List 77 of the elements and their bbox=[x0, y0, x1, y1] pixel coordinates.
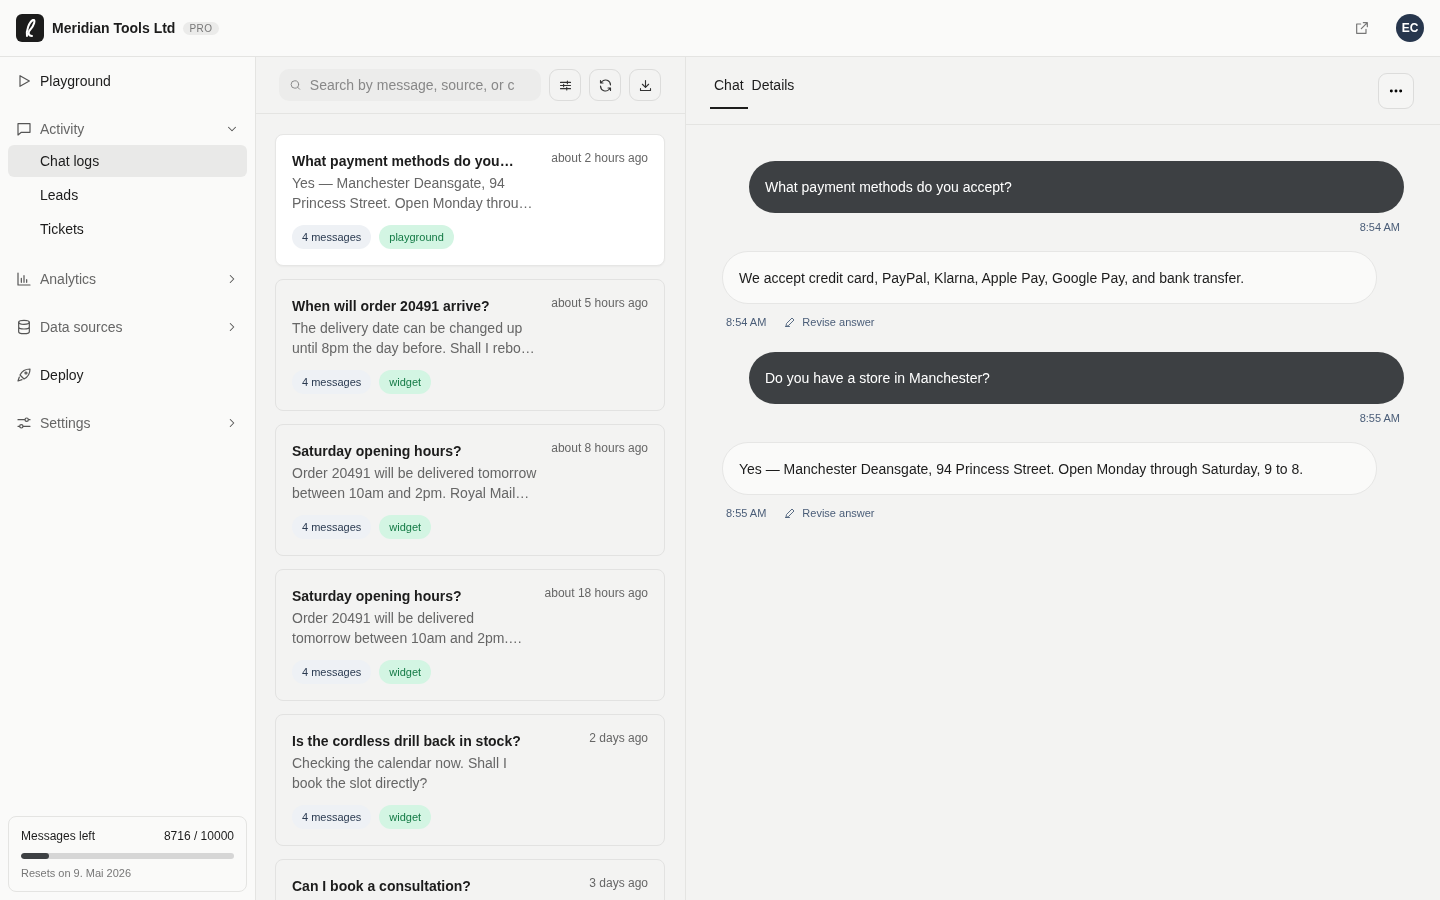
usage-count: 8716 / 10000 bbox=[163, 829, 234, 843]
nav-item[interactable]: Leads bbox=[8, 179, 247, 211]
conversation-title: When will order 20491 arrive? bbox=[292, 298, 491, 314]
message-count-badge: 4 messages bbox=[292, 370, 372, 394]
search-icon bbox=[289, 78, 302, 92]
source-badge: widget bbox=[379, 805, 432, 829]
reset-note: Resets on 9. Mai 2026 bbox=[21, 867, 133, 879]
conversation-card[interactable]: Saturday opening hours? Order 20491 will be delivered tomorrow between 10am and 2pm.… about 18 hours ago 4 messages widget bbox=[275, 569, 665, 701]
nav-group[interactable]: Analytics bbox=[8, 263, 247, 295]
source-badge: widget bbox=[379, 660, 432, 684]
nav-item[interactable]: Playground bbox=[8, 65, 247, 97]
conversation-title: Saturday opening hours? bbox=[292, 588, 463, 604]
timestamp: about 5 hours ago bbox=[551, 296, 648, 310]
conversation-card[interactable]: When will order 20491 arrive? The delivery date can be changed up until 8pm the day before. Shall I rebo… about 5 hours ago 4 messages widget bbox=[275, 279, 665, 411]
message-time: 8:55 AM bbox=[1359, 412, 1400, 424]
plan-badge: PRO bbox=[183, 21, 219, 35]
timestamp: about 8 hours ago bbox=[551, 441, 648, 455]
nav-group[interactable]: Activity bbox=[8, 113, 247, 145]
nav-group[interactable]: Settings bbox=[8, 407, 247, 439]
conversation-card[interactable]: Saturday opening hours? Order 20491 will be delivered tomorrow between 10am and 2pm. Royal Mail… about 8 hours ago 4 messages widget bbox=[275, 424, 665, 556]
tab[interactable]: Details bbox=[747, 57, 799, 109]
timestamp: about 2 hours ago bbox=[551, 151, 648, 165]
conversation-title: Is the cordless drill back in stock? bbox=[292, 733, 522, 749]
timestamp: 2 days ago bbox=[589, 731, 648, 745]
nav-item[interactable]: Tickets bbox=[8, 213, 247, 245]
message-preview: Order 20491 will be delivered tomorrow between 10am and 2pm. Royal Mail… bbox=[292, 464, 537, 503]
conversation-title: Can I book a consultation? bbox=[292, 878, 472, 894]
play-icon bbox=[16, 73, 32, 89]
message-time: 8:54 AM bbox=[726, 316, 767, 328]
message-count-badge: 4 messages bbox=[292, 515, 372, 539]
pencil-icon bbox=[784, 507, 797, 519]
external-link-icon bbox=[1354, 20, 1370, 36]
refresh-icon bbox=[597, 77, 613, 93]
download-icon bbox=[637, 77, 653, 93]
company-name: Meridian Tools Ltd bbox=[52, 20, 176, 36]
logo-icon bbox=[16, 14, 44, 42]
message-preview: Yes — Manchester Deansgate, 94 Princess Street. Open Monday throu… bbox=[292, 174, 534, 213]
user-avatar[interactable]: EC bbox=[1396, 14, 1424, 42]
user-message: What payment methods do you accept? bbox=[749, 161, 1404, 213]
source-badge: widget bbox=[379, 370, 432, 394]
message-time: 8:55 AM bbox=[726, 507, 767, 519]
conversation-card[interactable]: Is the cordless drill back in stock? Checking the calendar now. Shall I book the slot directly? 2 days ago 4 messages widget bbox=[275, 714, 665, 846]
download-button[interactable] bbox=[629, 69, 661, 101]
conversation-card[interactable]: What payment methods do you… Yes — Manchester Deansgate, 94 Princess Street. Open Monday throu… about 2 hours ago 4 messages playground bbox=[275, 134, 665, 266]
chat-bubble-icon bbox=[16, 121, 32, 137]
revise-answer-link[interactable]: Revise answer bbox=[784, 316, 875, 328]
conversation-title: Saturday opening hours? bbox=[292, 443, 463, 459]
usage-label: Messages left bbox=[21, 829, 96, 843]
filter-button[interactable] bbox=[549, 69, 581, 101]
source-badge: widget bbox=[379, 515, 432, 539]
assistant-message: We accept credit card, PayPal, Klarna, Apple Pay, Google Pay, and bank transfer. bbox=[722, 251, 1377, 304]
pencil-icon bbox=[784, 316, 797, 328]
revise-answer-link[interactable]: Revise answer bbox=[784, 507, 875, 519]
sliders-icon bbox=[16, 415, 32, 431]
message-time: 8:54 AM bbox=[1359, 221, 1400, 233]
nav-item[interactable]: Chat logs bbox=[8, 145, 247, 177]
timestamp: about 18 hours ago bbox=[544, 586, 648, 600]
conversation-title: What payment methods do you… bbox=[292, 153, 515, 169]
user-message: Do you have a store in Manchester? bbox=[749, 352, 1404, 404]
message-count-badge: 4 messages bbox=[292, 660, 372, 684]
message-preview: The delivery date can be changed up until 8pm the day before. Shall I rebo… bbox=[292, 319, 536, 358]
message-preview: Order 20491 will be delivered tomorrow between 10am and 2pm.… bbox=[292, 609, 524, 648]
search-field[interactable]: Search by message, source, or c bbox=[279, 69, 541, 101]
message-count-badge: 4 messages bbox=[292, 225, 372, 249]
message-count-badge: 4 messages bbox=[292, 805, 372, 829]
bar-chart-icon bbox=[16, 271, 32, 287]
message-preview: Checking the calendar now. Shall I book the slot directly? bbox=[292, 754, 508, 793]
conversation-card[interactable]: Can I book a consultation? 3 days ago bbox=[275, 859, 665, 900]
rocket-icon bbox=[16, 367, 32, 383]
source-badge: playground bbox=[379, 225, 454, 249]
timestamp: 3 days ago bbox=[589, 876, 648, 890]
database-icon bbox=[16, 319, 32, 335]
assistant-message: Yes — Manchester Deansgate, 94 Princess Street. Open Monday through Saturday, 9 to 8. bbox=[722, 442, 1377, 495]
tab[interactable]: Chat bbox=[710, 57, 748, 109]
nav-item[interactable]: Deploy bbox=[8, 359, 247, 391]
nav-group[interactable]: Data sources bbox=[8, 311, 247, 343]
refresh-button[interactable] bbox=[589, 69, 621, 101]
